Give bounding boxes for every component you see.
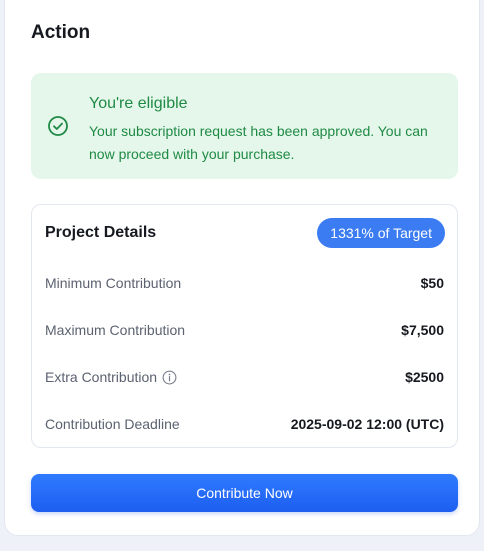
alert-title: You're eligible	[89, 95, 188, 112]
detail-value: $2500	[405, 369, 444, 385]
alert-message: Your subscription request has been appro…	[89, 123, 428, 162]
detail-row-maximum: Maximum Contribution $7,500	[45, 322, 444, 342]
info-circle-icon[interactable]	[162, 370, 177, 385]
detail-value: $50	[420, 275, 444, 291]
eligibility-alert: You're eligible Your subscription reques…	[31, 73, 458, 179]
contribute-now-button[interactable]: Contribute Now	[31, 474, 458, 512]
detail-label: Maximum Contribution	[45, 322, 186, 338]
detail-label: Contribution Deadline	[45, 416, 180, 432]
detail-row-extra: Extra Contribution $2500	[45, 369, 444, 389]
detail-row-deadline: Contribution Deadline 2025-09-02 12:00 (…	[45, 416, 444, 436]
action-card: Action You're eligible Your subscription…	[4, 0, 480, 536]
detail-value: 2025-09-02 12:00 (UTC)	[290, 416, 444, 432]
section-title: Action	[31, 22, 91, 43]
target-percentage-badge: 1331% of Target	[317, 218, 445, 248]
check-circle-icon	[48, 116, 68, 136]
detail-row-minimum: Minimum Contribution $50	[45, 275, 444, 295]
detail-label: Extra Contribution	[45, 369, 158, 385]
project-details-panel: Project Details 1331% of Target Minimum …	[31, 204, 458, 448]
detail-label: Minimum Contribution	[45, 275, 182, 291]
detail-value: $7,500	[401, 322, 444, 338]
project-details-title: Project Details	[45, 224, 157, 241]
detail-label-wrapper: Extra Contribution	[45, 369, 177, 385]
